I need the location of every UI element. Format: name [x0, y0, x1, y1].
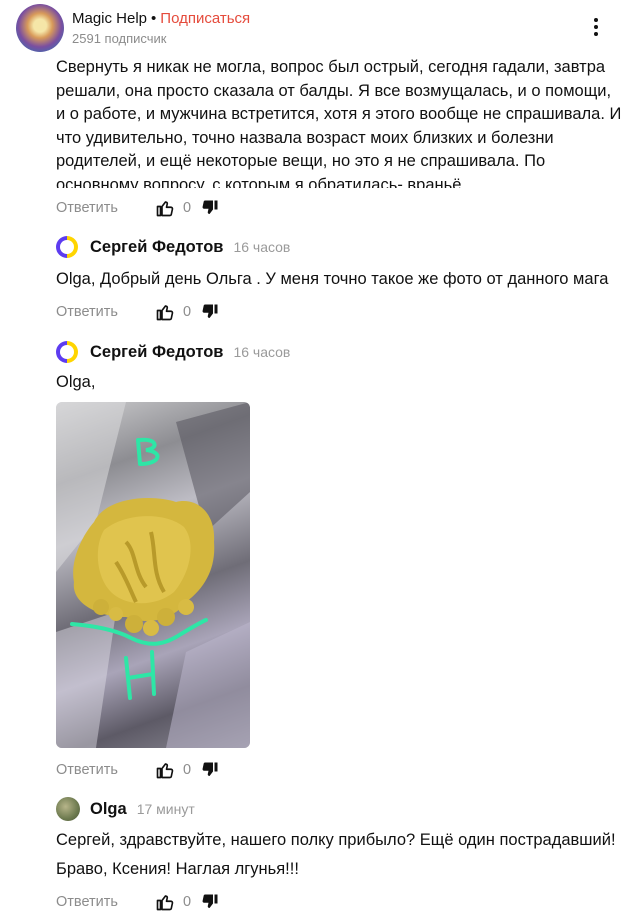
thumb-up-icon[interactable] — [156, 199, 174, 217]
like-count: 0 — [183, 762, 192, 778]
comment-text: Olga, Добрый день Ольга . У меня точно т… — [56, 270, 609, 288]
thumb-down-icon[interactable] — [201, 893, 219, 911]
comment-author-row: Сергей Федотов 16 часов — [56, 234, 290, 260]
comment-actions: Ответить 0 — [56, 196, 219, 220]
comment-photo[interactable] — [56, 402, 250, 748]
thumb-down-icon[interactable] — [201, 303, 219, 321]
avatar[interactable] — [56, 341, 78, 363]
comment-time: 16 часов — [233, 239, 291, 255]
comment-actions: Ответить 0 — [56, 758, 219, 782]
channel-title-row: Magic Help • Подписаться — [72, 10, 250, 27]
subscribe-button[interactable]: Подписаться — [160, 10, 250, 27]
like-count: 0 — [183, 894, 192, 910]
thumb-up-icon[interactable] — [156, 303, 174, 321]
thumb-down-icon[interactable] — [201, 761, 219, 779]
avatar[interactable] — [56, 797, 80, 821]
comment-time: 16 часов — [233, 344, 291, 360]
comment-text: Свернуть я никак не могла, вопрос был ос… — [56, 58, 622, 188]
kebab-menu-icon[interactable] — [591, 15, 601, 41]
comment-text: Olga, — [56, 373, 96, 391]
separator: • — [151, 10, 157, 27]
channel-header: Magic Help • Подписаться 2591 подписчик — [0, 0, 640, 58]
reply-button[interactable]: Ответить — [56, 304, 156, 320]
author-name[interactable]: Сергей Федотов — [90, 343, 223, 362]
author-name[interactable]: Olga — [90, 800, 127, 819]
thumb-down-icon[interactable] — [201, 199, 219, 217]
avatar[interactable] — [56, 236, 78, 258]
reply-button[interactable]: Ответить — [56, 200, 156, 216]
comments-feed: Свернуть я никак не могла, вопрос был ос… — [0, 0, 640, 915]
thumb-up-icon[interactable] — [156, 893, 174, 911]
comment-author-row: Olga 17 минут — [56, 796, 195, 822]
author-name[interactable]: Сергей Федотов — [90, 238, 223, 257]
comment-text-line: Сергей, здравствуйте, нашего полку прибы… — [56, 831, 616, 849]
comment-actions: Ответить 0 — [56, 890, 219, 914]
thumb-up-icon[interactable] — [156, 761, 174, 779]
reply-button[interactable]: Ответить — [56, 894, 156, 910]
reply-button[interactable]: Ответить — [56, 762, 156, 778]
comment-time: 17 минут — [136, 801, 195, 817]
subscriber-count: 2591 подписчик — [72, 31, 167, 46]
comment-author-row: Сергей Федотов 16 часов — [56, 339, 290, 365]
comment-text-line: Браво, Ксения! Наглая лгунья!!! — [56, 860, 299, 878]
like-count: 0 — [183, 200, 192, 216]
channel-avatar[interactable] — [16, 4, 64, 52]
wax-figure-image — [56, 402, 250, 748]
channel-name[interactable]: Magic Help — [72, 10, 147, 27]
comment-actions: Ответить 0 — [56, 300, 219, 324]
like-count: 0 — [183, 304, 192, 320]
